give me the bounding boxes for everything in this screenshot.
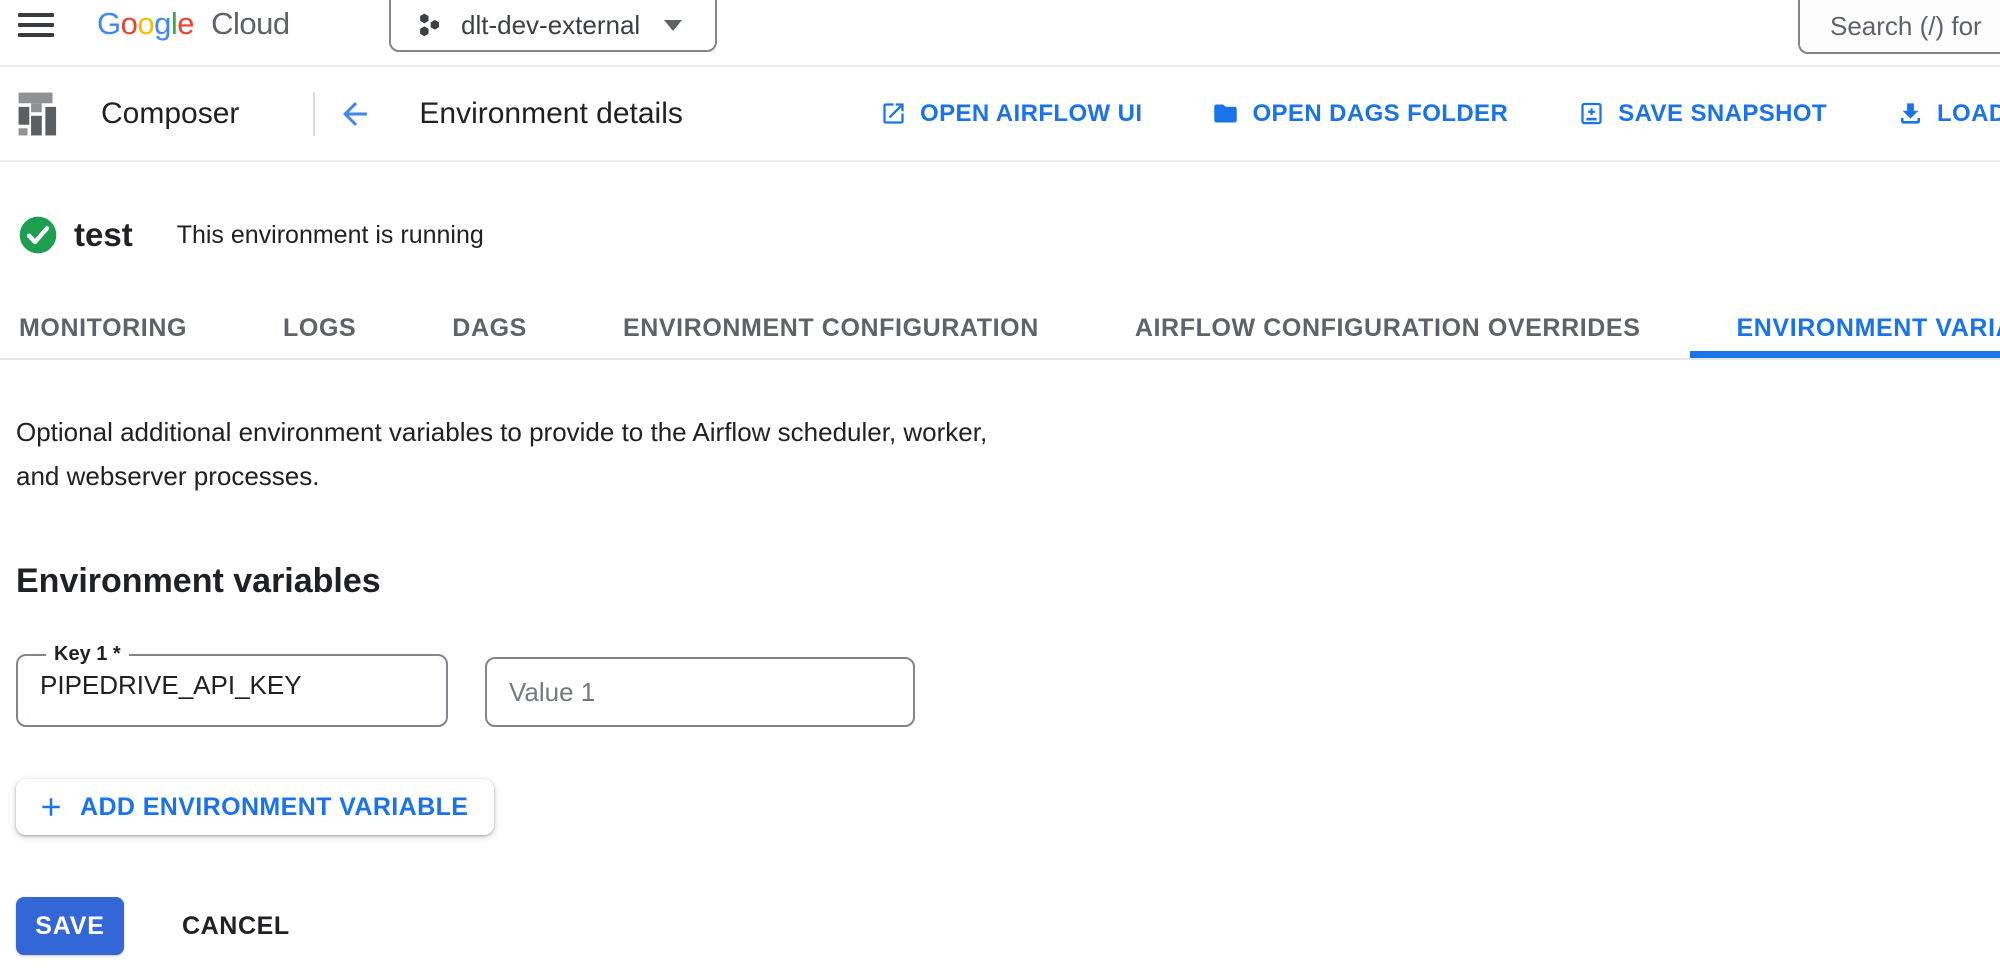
save-snapshot-icon: [1578, 100, 1605, 127]
google-cloud-logo: Google Cloud: [97, 6, 290, 42]
tab-environment-configuration[interactable]: ENVIRONMENT CONFIGURATION: [623, 298, 1039, 358]
environment-name: test: [74, 216, 133, 254]
logo-letter: o: [137, 6, 154, 41]
folder-icon: [1212, 100, 1239, 127]
load-snapshot-button[interactable]: LOAD SNAPS: [1897, 100, 2000, 128]
logo-letter: G: [97, 6, 121, 41]
plus-icon: [36, 792, 66, 822]
search-box: [1798, 0, 2000, 54]
project-hexagons-icon: [415, 11, 443, 39]
save-button[interactable]: SAVE: [16, 897, 124, 955]
page-title: Environment details: [419, 97, 682, 131]
add-environment-variable-button[interactable]: ADD ENVIRONMENT VARIABLE: [16, 779, 494, 835]
tab-monitoring[interactable]: MONITORING: [19, 298, 187, 358]
tab-description: Optional additional environment variable…: [16, 410, 1026, 498]
key-field: Key 1 *: [16, 643, 448, 727]
composer-logo-icon: [15, 89, 65, 139]
search-input[interactable]: [1800, 11, 2000, 42]
tab-logs[interactable]: LOGS: [283, 298, 356, 358]
variable-row: Key 1 *: [16, 643, 2000, 727]
save-snapshot-button[interactable]: SAVE SNAPSHOT: [1578, 100, 1827, 128]
open-airflow-ui-button[interactable]: OPEN AIRFLOW UI: [880, 100, 1142, 128]
logo-letter: g: [154, 6, 171, 41]
form-actions: SAVE CANCEL: [16, 897, 2000, 955]
tab-airflow-configuration-overrides[interactable]: AIRFLOW CONFIGURATION OVERRIDES: [1135, 298, 1641, 358]
value-input[interactable]: [485, 657, 915, 727]
product-header: Composer Environment details OPEN AIRFLO…: [0, 67, 2000, 162]
back-arrow-icon[interactable]: [337, 96, 373, 132]
logo-letter: e: [177, 6, 194, 41]
header-actions: OPEN AIRFLOW UI OPEN DAGS FOLDER SAVE SN…: [880, 67, 2000, 160]
environment-status-row: test This environment is running: [18, 214, 2000, 256]
cancel-button[interactable]: CANCEL: [176, 911, 296, 942]
top-bar: Google Cloud dlt-dev-external: [0, 0, 2000, 67]
open-dags-folder-button[interactable]: OPEN DAGS FOLDER: [1212, 100, 1508, 128]
logo-letter: o: [121, 6, 138, 41]
tab-bar: MONITORING LOGS DAGS ENVIRONMENT CONFIGU…: [0, 298, 2000, 360]
header-divider: [313, 92, 315, 136]
main-content: Optional additional environment variable…: [0, 410, 2000, 955]
tab-dags[interactable]: DAGS: [452, 298, 527, 358]
chevron-down-icon: [664, 20, 682, 31]
project-selector[interactable]: dlt-dev-external: [389, 0, 717, 52]
project-name: dlt-dev-external: [461, 10, 640, 41]
environment-status-message: This environment is running: [177, 221, 484, 250]
key-input[interactable]: [38, 666, 430, 717]
tab-environment-variables[interactable]: ENVIRONMENT VARIABLES: [1736, 298, 2000, 358]
check-circle-icon: [18, 215, 58, 255]
logo-cloud-text: Cloud: [211, 6, 290, 41]
download-icon: [1897, 100, 1924, 127]
key-field-label: Key 1 *: [46, 643, 129, 666]
open-in-new-icon: [880, 100, 907, 127]
menu-icon[interactable]: [18, 13, 54, 43]
product-name: Composer: [101, 97, 239, 131]
section-title: Environment variables: [16, 562, 2000, 601]
